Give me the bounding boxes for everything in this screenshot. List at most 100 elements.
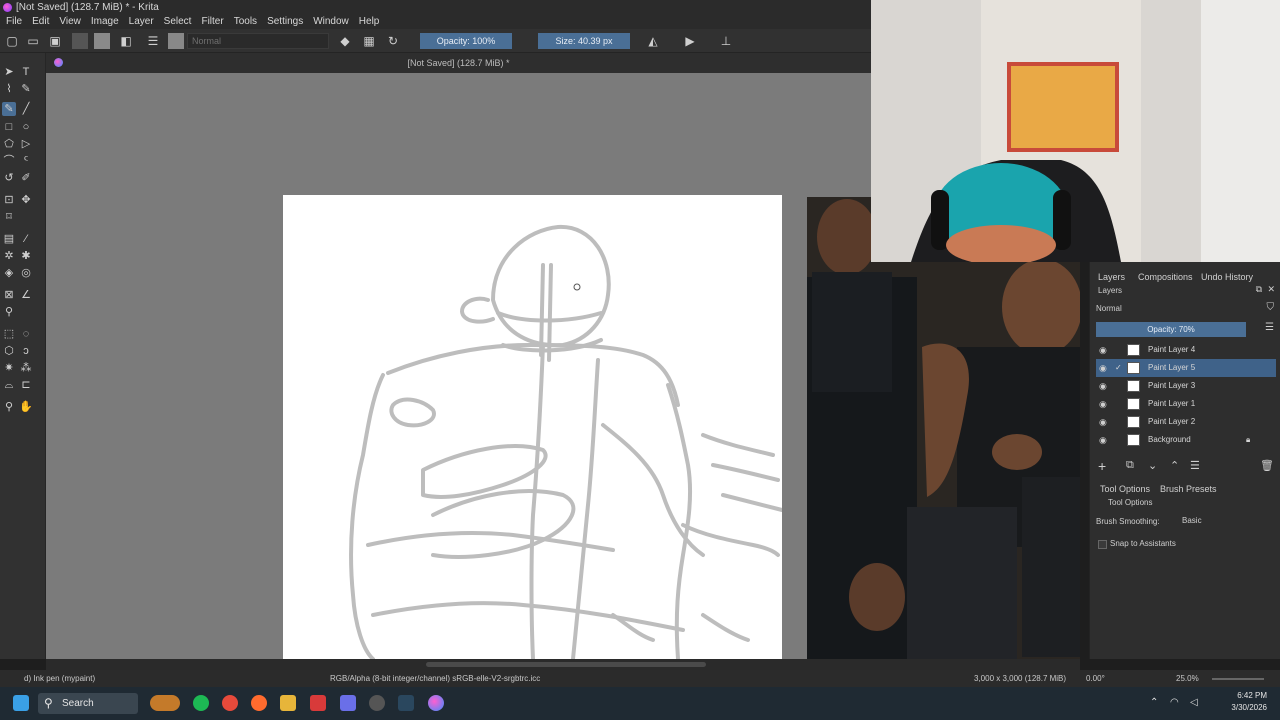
wifi-icon[interactable]: ◠ (1170, 697, 1179, 708)
lock-icon[interactable]: 🔒︎ (1246, 431, 1250, 449)
obs-icon[interactable] (369, 695, 385, 711)
filter-icon[interactable]: ⛉ (1267, 302, 1275, 313)
steam-icon[interactable] (398, 695, 414, 711)
assistant-tool-icon[interactable]: ⊠ (2, 288, 16, 302)
visibility-eye-icon[interactable]: ◉ (1099, 431, 1107, 449)
rectangle-tool-icon[interactable]: □ (2, 120, 16, 134)
file-explorer-icon[interactable] (280, 695, 296, 711)
smart-patch-tool-icon[interactable]: ✱ (19, 249, 33, 263)
open-document-icon[interactable]: ▭ (25, 33, 41, 49)
visibility-eye-icon[interactable]: ◉ (1099, 413, 1107, 431)
measure-tool-icon[interactable]: ∠ (19, 288, 33, 302)
gradient-swatch-icon[interactable] (72, 33, 88, 49)
line-tool-icon[interactable]: ╱ (19, 102, 33, 116)
enclose-fill-tool-icon[interactable]: ◎ (19, 266, 33, 280)
opacity-slider[interactable]: Opacity: 100% (420, 33, 512, 49)
layer-row[interactable]: ◉ Background 🔒︎ (1096, 431, 1276, 449)
menu-window[interactable]: Window (309, 15, 353, 29)
eraser-icon[interactable]: ◆ (337, 33, 353, 49)
layer-row[interactable]: ◉ Paint Layer 4 (1096, 341, 1276, 359)
mirror-horizontal-icon[interactable]: ◭ (645, 33, 661, 49)
drawing-canvas[interactable] (283, 195, 784, 661)
volume-icon[interactable]: ◁ (1190, 697, 1198, 708)
bezier-tool-icon[interactable]: ⌒ (2, 154, 16, 168)
widgets-icon[interactable] (150, 695, 180, 711)
fg-bg-color-icon[interactable]: ◧ (118, 33, 134, 49)
menu-tools[interactable]: Tools (230, 15, 261, 29)
firefox-icon[interactable] (251, 695, 267, 711)
color-space-label[interactable]: RGB/Alpha (8-bit integer/channel) sRGB-e… (330, 670, 540, 687)
menu-view[interactable]: View (55, 15, 85, 29)
mirror-vertical-icon[interactable]: ▶ (682, 33, 698, 49)
select-shapes-tool-icon[interactable]: ➤ (2, 65, 16, 79)
visibility-eye-icon[interactable]: ◉ (1099, 341, 1107, 359)
close-icon[interactable]: ✕ (1267, 284, 1275, 295)
tab-brush-presets[interactable]: Brush Presets (1160, 484, 1217, 494)
brush-preset-icon[interactable] (168, 33, 184, 49)
similar-selection-tool-icon[interactable]: ⁂ (19, 361, 33, 375)
tab-tool-options[interactable]: Tool Options (1100, 484, 1150, 494)
menu-image[interactable]: Image (87, 15, 123, 29)
freehand-brush-tool-icon[interactable]: ✎ (2, 102, 16, 116)
tab-undo-history[interactable]: Undo History (1201, 272, 1253, 282)
clock-time[interactable]: 6:42 PM (1207, 691, 1267, 700)
spotify-icon[interactable] (193, 695, 209, 711)
add-layer-icon[interactable]: + (1098, 458, 1106, 474)
windows-start-icon[interactable] (13, 695, 29, 711)
taskbar-search[interactable]: ⚲ Search (38, 693, 138, 714)
alpha-lock-icon[interactable]: ▦ (361, 33, 377, 49)
document-tab-title[interactable]: [Not Saved] (128.7 MiB) * (46, 53, 871, 73)
zoom-label[interactable]: 25.0% (1176, 670, 1199, 687)
zoom-slider[interactable] (1212, 678, 1264, 680)
layer-row-selected[interactable]: ◉ ✓ Paint Layer 5 (1096, 359, 1276, 377)
freehand-path-tool-icon[interactable]: ᑦ (19, 154, 33, 168)
colorize-mask-tool-icon[interactable]: ✲ (2, 249, 16, 263)
layer-row[interactable]: ◉ Paint Layer 1 (1096, 395, 1276, 413)
gradient-tool-icon[interactable]: ▤ (2, 232, 16, 246)
move-tool-icon[interactable]: ✥ (19, 193, 33, 207)
edit-shapes-tool-icon[interactable]: ⌇ (2, 82, 16, 96)
move-layer-up-icon[interactable]: ⌃ (1170, 459, 1179, 472)
brush-settings-icon[interactable]: ☰ (145, 33, 161, 49)
text-tool-icon[interactable]: T (19, 65, 33, 79)
layer-row[interactable]: ◉ Paint Layer 2 (1096, 413, 1276, 431)
duplicate-layer-icon[interactable]: ⧉ (1126, 459, 1134, 472)
pattern-swatch-icon[interactable] (94, 33, 110, 49)
save-icon[interactable]: ▣ (47, 33, 63, 49)
freehand-selection-tool-icon[interactable]: ↄ (19, 344, 33, 358)
calligraphy-tool-icon[interactable]: ✎ (19, 82, 33, 96)
tab-compositions[interactable]: Compositions (1138, 272, 1193, 282)
ellipse-tool-icon[interactable]: ○ (19, 120, 33, 134)
blend-mode-select[interactable]: Normal (187, 33, 329, 49)
layer-opacity-slider[interactable]: Opacity: 70% (1096, 322, 1246, 337)
brush-smoothing-select[interactable]: Basic (1180, 514, 1272, 528)
reference-images-tool-icon[interactable]: ⚲ (2, 305, 16, 319)
layer-menu-icon[interactable]: ☰ (1265, 322, 1274, 333)
menu-select[interactable]: Select (160, 15, 196, 29)
brave-icon[interactable] (310, 695, 326, 711)
pan-tool-icon[interactable]: ✋ (19, 400, 33, 414)
transform-tool-icon[interactable]: ⌑ (2, 210, 16, 224)
elliptical-selection-tool-icon[interactable]: ◌ (19, 327, 33, 341)
polygonal-selection-tool-icon[interactable]: ⬡ (2, 344, 16, 358)
rectangular-selection-tool-icon[interactable]: ⬚ (2, 327, 16, 341)
bezier-selection-tool-icon[interactable]: ⌓ (2, 378, 16, 392)
layer-row[interactable]: ◉ Paint Layer 3 (1096, 377, 1276, 395)
visibility-eye-icon[interactable]: ◉ (1099, 395, 1107, 413)
menu-settings[interactable]: Settings (263, 15, 307, 29)
polyline-tool-icon[interactable]: ▷ (19, 137, 33, 151)
tab-layers[interactable]: Layers (1098, 272, 1125, 282)
menu-edit[interactable]: Edit (28, 15, 53, 29)
dynamic-brush-tool-icon[interactable]: ↺ (2, 171, 16, 185)
float-icon[interactable]: ⧉ (1256, 284, 1262, 295)
scrollbar-thumb[interactable] (426, 662, 706, 667)
horizontal-scrollbar[interactable] (46, 659, 1080, 670)
move-layer-down-icon[interactable]: ⌄ (1148, 459, 1157, 472)
wrap-around-icon[interactable]: ⊥ (718, 33, 734, 49)
reload-preset-icon[interactable]: ↻ (385, 33, 401, 49)
chrome-icon[interactable] (222, 695, 238, 711)
multibrush-tool-icon[interactable]: ✐ (19, 171, 33, 185)
menu-layer[interactable]: Layer (125, 15, 158, 29)
layer-blend-mode-select[interactable]: Normal (1096, 302, 1256, 316)
delete-layer-icon[interactable]: 🗑︎ (1260, 459, 1274, 472)
